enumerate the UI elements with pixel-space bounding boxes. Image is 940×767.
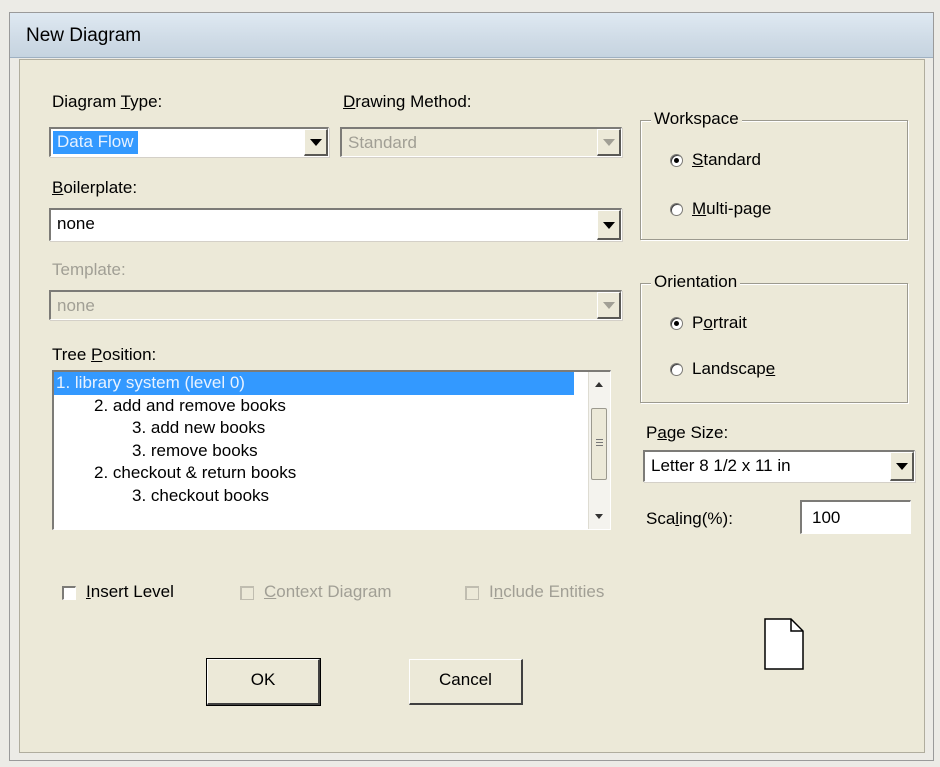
include-entities-checkbox [465, 586, 479, 600]
context-diagram-checkbox [240, 586, 254, 600]
boilerplate-value: none [57, 214, 95, 233]
tree-item-label: 1. library system (level 0) [56, 373, 245, 392]
orientation-landscape-radio[interactable] [670, 363, 683, 376]
tree-item[interactable]: 3. checkout books [54, 485, 574, 508]
template-value: none [57, 296, 95, 315]
tree-item[interactable]: 3. add new books [54, 417, 574, 440]
chevron-down-icon [310, 139, 322, 146]
diagram-type-value: Data Flow [53, 131, 138, 154]
page-size-label: Page Size: [646, 423, 729, 442]
workspace-legend: Workspace [651, 109, 742, 129]
grip-line [596, 442, 603, 443]
template-label: Template: [52, 260, 126, 279]
drawing-method-value: Standard [348, 133, 417, 152]
orientation-portrait-label[interactable]: Portrait [692, 313, 747, 333]
title-bar[interactable]: New Diagram [10, 13, 933, 58]
boilerplate-label: Boilerplate: [52, 178, 138, 197]
page-size-select[interactable]: Letter 8 1/2 x 11 in [643, 450, 915, 482]
window-title: New Diagram [26, 25, 142, 46]
workspace-multipage-label[interactable]: Multi-page [692, 199, 771, 219]
grip-line [596, 445, 603, 446]
scroll-up-icon[interactable] [595, 382, 603, 387]
chevron-down-icon [896, 463, 908, 470]
page-size-dropdown-button[interactable] [890, 452, 914, 481]
diagram-type-select[interactable]: Data Flow [49, 127, 329, 157]
chevron-down-icon [603, 222, 615, 229]
tree-position-list[interactable]: 1. library system (level 0) 2. add and re… [52, 370, 611, 530]
scroll-down-icon[interactable] [595, 514, 603, 519]
template-dropdown-button [597, 292, 621, 319]
radio-dot [674, 321, 679, 326]
diagram-type-label: Diagram Type: [52, 92, 163, 111]
scaling-label: Scaling(%): [646, 509, 733, 528]
tree-item-label: 2. add and remove books [94, 395, 286, 415]
tree-scrollbar[interactable] [588, 372, 610, 529]
cancel-button[interactable]: Cancel [409, 659, 523, 705]
tree-item-label: 3. add new books [132, 418, 266, 437]
page-size-value: Letter 8 1/2 x 11 in [651, 456, 791, 475]
include-entities-label: Include Entities [489, 582, 605, 601]
orientation-legend: Orientation [651, 272, 741, 292]
tree-item-label: 3. checkout books [132, 485, 270, 505]
insert-level-checkbox[interactable] [62, 586, 76, 600]
scroll-thumb[interactable] [591, 408, 607, 480]
tree-item[interactable]: 2. checkout & return books [54, 462, 574, 485]
chevron-down-icon [603, 302, 615, 309]
template-select: none [49, 290, 622, 320]
tree-position-label: Tree Position: [52, 345, 157, 364]
tree-item[interactable]: 3. remove books [54, 440, 574, 463]
workspace-standard-radio[interactable] [670, 154, 683, 167]
chevron-down-icon [603, 139, 615, 146]
boilerplate-dropdown-button[interactable] [597, 210, 621, 240]
drawing-method-dropdown-button [597, 129, 621, 156]
ok-button[interactable]: OK [206, 658, 321, 706]
tree-item-label: 2. checkout & return books [94, 463, 297, 482]
scaling-value: 100 [812, 508, 841, 527]
tree-items: 1. library system (level 0) 2. add and re… [54, 372, 574, 507]
drawing-method-label: Drawing Method: [343, 92, 472, 111]
page-icon [764, 618, 804, 670]
scaling-input[interactable]: 100 [800, 500, 911, 534]
tree-item[interactable]: 1. library system (level 0) [54, 372, 574, 395]
tree-item-label: 3. remove books [132, 440, 258, 460]
tree-item[interactable]: 2. add and remove books [54, 395, 574, 418]
orientation-landscape-label[interactable]: Landscape [692, 359, 775, 379]
orientation-portrait-radio[interactable] [670, 317, 683, 330]
workspace-group: Workspace [640, 109, 908, 240]
workspace-multipage-radio[interactable] [670, 203, 683, 216]
grip-line [596, 439, 603, 440]
diagram-type-dropdown-button[interactable] [304, 129, 328, 156]
workspace-standard-label[interactable]: Standard [692, 150, 761, 170]
drawing-method-select: Standard [340, 127, 622, 157]
orientation-group: Orientation [640, 272, 908, 403]
boilerplate-select[interactable]: none [49, 208, 622, 241]
radio-dot [674, 158, 679, 163]
context-diagram-label: Context Diagram [264, 582, 392, 601]
insert-level-label[interactable]: Insert Level [86, 582, 174, 602]
